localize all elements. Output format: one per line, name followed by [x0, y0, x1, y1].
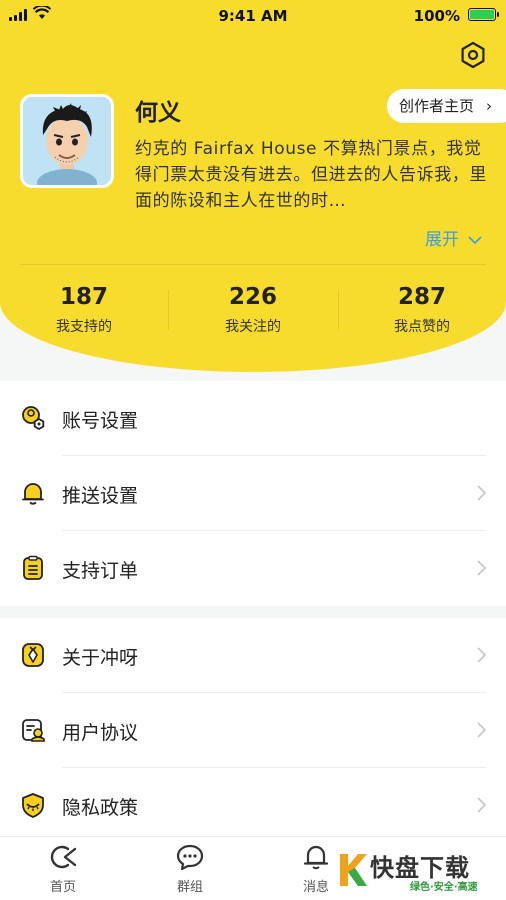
stat-label: 我支持的: [56, 319, 112, 335]
stat-following[interactable]: 226 我关注的: [169, 282, 337, 336]
menu-group-about: 关于冲呀 用户协议 隐私政策: [0, 618, 506, 843]
menu-label: 关于冲呀: [62, 647, 139, 669]
menu-label: 用户协议: [62, 722, 139, 744]
chevron-down-icon: [468, 236, 482, 245]
menu-item-privacy-policy[interactable]: 隐私政策: [0, 768, 506, 843]
tab-label: 群组: [176, 880, 203, 895]
creator-homepage-button[interactable]: 创作者主页 ›: [387, 89, 506, 123]
home-icon: [50, 845, 77, 869]
menu-item-about[interactable]: 关于冲呀: [0, 618, 506, 693]
avatar-image: [23, 97, 111, 185]
chevron-right-icon: [477, 647, 487, 663]
menu-item-user-agreement[interactable]: 用户协议: [0, 693, 506, 768]
watermark-subtitle: 绿色·安全·高速: [410, 882, 478, 893]
watermark-k-icon: [340, 854, 367, 886]
menu-item-push-settings[interactable]: 推送设置: [0, 456, 506, 531]
shield-icon: [22, 793, 44, 818]
stat-liked[interactable]: 287 我点赞的: [338, 282, 506, 336]
menu-item-account-settings[interactable]: 账号设置: [0, 381, 506, 456]
about-icon: [22, 643, 44, 667]
stat-label: 我点赞的: [394, 319, 450, 335]
chat-icon: [176, 844, 204, 871]
menu-item-support-orders[interactable]: 支持订单: [0, 531, 506, 606]
stat-label: 我关注的: [225, 319, 281, 335]
account-settings-icon: [22, 406, 45, 431]
chevron-right-icon: [477, 797, 487, 813]
settings-hex-icon[interactable]: [458, 40, 488, 70]
menu-label: 账号设置: [62, 410, 139, 432]
agreement-icon: [22, 719, 45, 742]
clipboard-icon: [23, 555, 43, 580]
profile-name: 何义: [135, 100, 181, 126]
chevron-right-icon: [477, 722, 487, 738]
tab-label: 首页: [49, 880, 76, 895]
stat-supported[interactable]: 187 我支持的: [0, 282, 168, 336]
battery-icon: [468, 8, 499, 21]
expand-bio-button[interactable]: 展开: [425, 225, 482, 250]
battery-percent: 100%: [413, 7, 460, 25]
bell-icon: [303, 845, 329, 870]
stat-value: 187: [59, 284, 108, 310]
avatar[interactable]: [20, 94, 114, 188]
creator-homepage-label: 创作者主页: [399, 97, 475, 115]
chevron-right-icon: [477, 485, 487, 501]
menu-label: 支持订单: [62, 560, 139, 582]
chevron-right-icon: [477, 560, 487, 576]
menu-label: 推送设置: [62, 485, 139, 507]
stat-value: 287: [397, 284, 446, 310]
chevron-right-icon: ›: [486, 97, 492, 115]
status-bar: 9:41 AM 100%: [0, 0, 506, 32]
menu-group-settings: 账号设置 推送设置 支持订单: [0, 381, 506, 606]
profile-bio: 约克的 Fairfax House 不算热门景点，我觉得门票太贵没有进去。但进去…: [135, 139, 487, 211]
watermark-logo: 快盘下载 绿色·安全·高速: [336, 846, 506, 900]
stats-divider: [20, 264, 486, 265]
expand-label: 展开: [425, 230, 459, 250]
menu-label: 隐私政策: [62, 797, 139, 819]
stat-value: 226: [228, 284, 277, 310]
bell-icon: [22, 483, 44, 505]
